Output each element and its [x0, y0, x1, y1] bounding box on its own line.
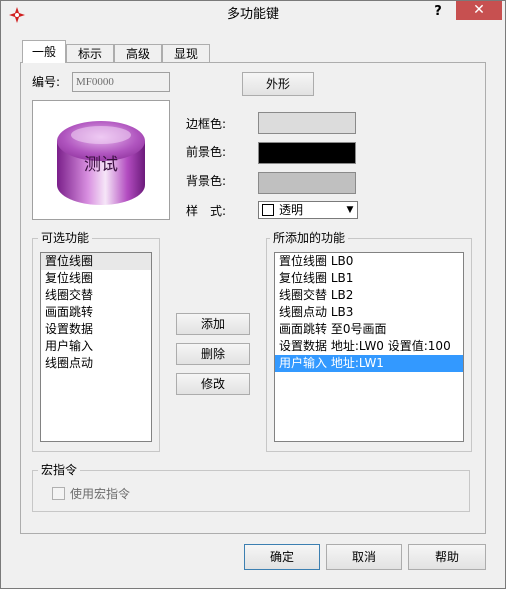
- add-button[interactable]: 添加: [176, 313, 250, 335]
- id-label: 编号:: [32, 75, 61, 89]
- list-item[interactable]: 画面跳转: [41, 304, 151, 321]
- style-dropdown[interactable]: 透明 ▼: [258, 201, 358, 219]
- tab-label[interactable]: 标示: [66, 44, 114, 62]
- list-item[interactable]: 设置数据 地址:LW0 设置值:100: [275, 338, 463, 355]
- border-color-swatch[interactable]: [258, 112, 356, 134]
- help-title-button[interactable]: ?: [426, 2, 450, 22]
- style-preview-box: [262, 204, 274, 216]
- style-value: 透明: [279, 203, 304, 217]
- macro-checkbox-label: 使用宏指令: [70, 487, 131, 501]
- available-functions-list[interactable]: 置位线圈 复位线圈 线圈交替 画面跳转 设置数据 用户输入 线圈点动: [40, 252, 152, 442]
- macro-title: 宏指令: [38, 463, 81, 477]
- chevron-down-icon[interactable]: ▼: [343, 202, 357, 218]
- foreground-color-swatch[interactable]: [258, 142, 356, 164]
- tab-advanced[interactable]: 高级: [114, 44, 162, 62]
- close-button[interactable]: ✕: [456, 0, 502, 20]
- cancel-button[interactable]: 取消: [326, 544, 402, 570]
- added-functions-title: 所添加的功能: [270, 231, 349, 245]
- id-field[interactable]: MF0000: [72, 72, 170, 92]
- background-color-label: 背景色:: [186, 174, 227, 188]
- list-item[interactable]: 设置数据: [41, 321, 151, 338]
- preview-text: 测试: [84, 155, 118, 175]
- list-item[interactable]: 复位线圈: [41, 270, 151, 287]
- ok-button[interactable]: 确定: [244, 544, 320, 570]
- border-color-label: 边框色:: [186, 117, 227, 131]
- list-item[interactable]: 复位线圈 LB1: [275, 270, 463, 287]
- help-button[interactable]: 帮助: [408, 544, 486, 570]
- style-label: 样 式:: [186, 204, 227, 218]
- list-item[interactable]: 线圈交替 LB2: [275, 287, 463, 304]
- available-functions-title: 可选功能: [38, 231, 93, 245]
- foreground-color-label: 前景色:: [186, 145, 227, 159]
- macro-checkbox[interactable]: [52, 487, 65, 500]
- list-item[interactable]: 线圈点动: [41, 355, 151, 372]
- modify-button[interactable]: 修改: [176, 373, 250, 395]
- added-functions-list[interactable]: 置位线圈 LB0 复位线圈 LB1 线圈交替 LB2 线圈点动 LB3 画面跳转…: [274, 252, 464, 442]
- shape-button[interactable]: 外形: [242, 72, 314, 96]
- list-item[interactable]: 用户输入: [41, 338, 151, 355]
- list-item[interactable]: 置位线圈: [41, 253, 151, 270]
- list-item-selected[interactable]: 用户输入 地址:LW1: [275, 355, 463, 372]
- delete-button[interactable]: 删除: [176, 343, 250, 365]
- list-item[interactable]: 置位线圈 LB0: [275, 253, 463, 270]
- tab-display[interactable]: 显现: [162, 44, 210, 62]
- tab-general[interactable]: 一般: [22, 40, 66, 63]
- background-color-swatch[interactable]: [258, 172, 356, 194]
- list-item[interactable]: 线圈交替: [41, 287, 151, 304]
- list-item[interactable]: 线圈点动 LB3: [275, 304, 463, 321]
- list-item[interactable]: 画面跳转 至0号画面: [275, 321, 463, 338]
